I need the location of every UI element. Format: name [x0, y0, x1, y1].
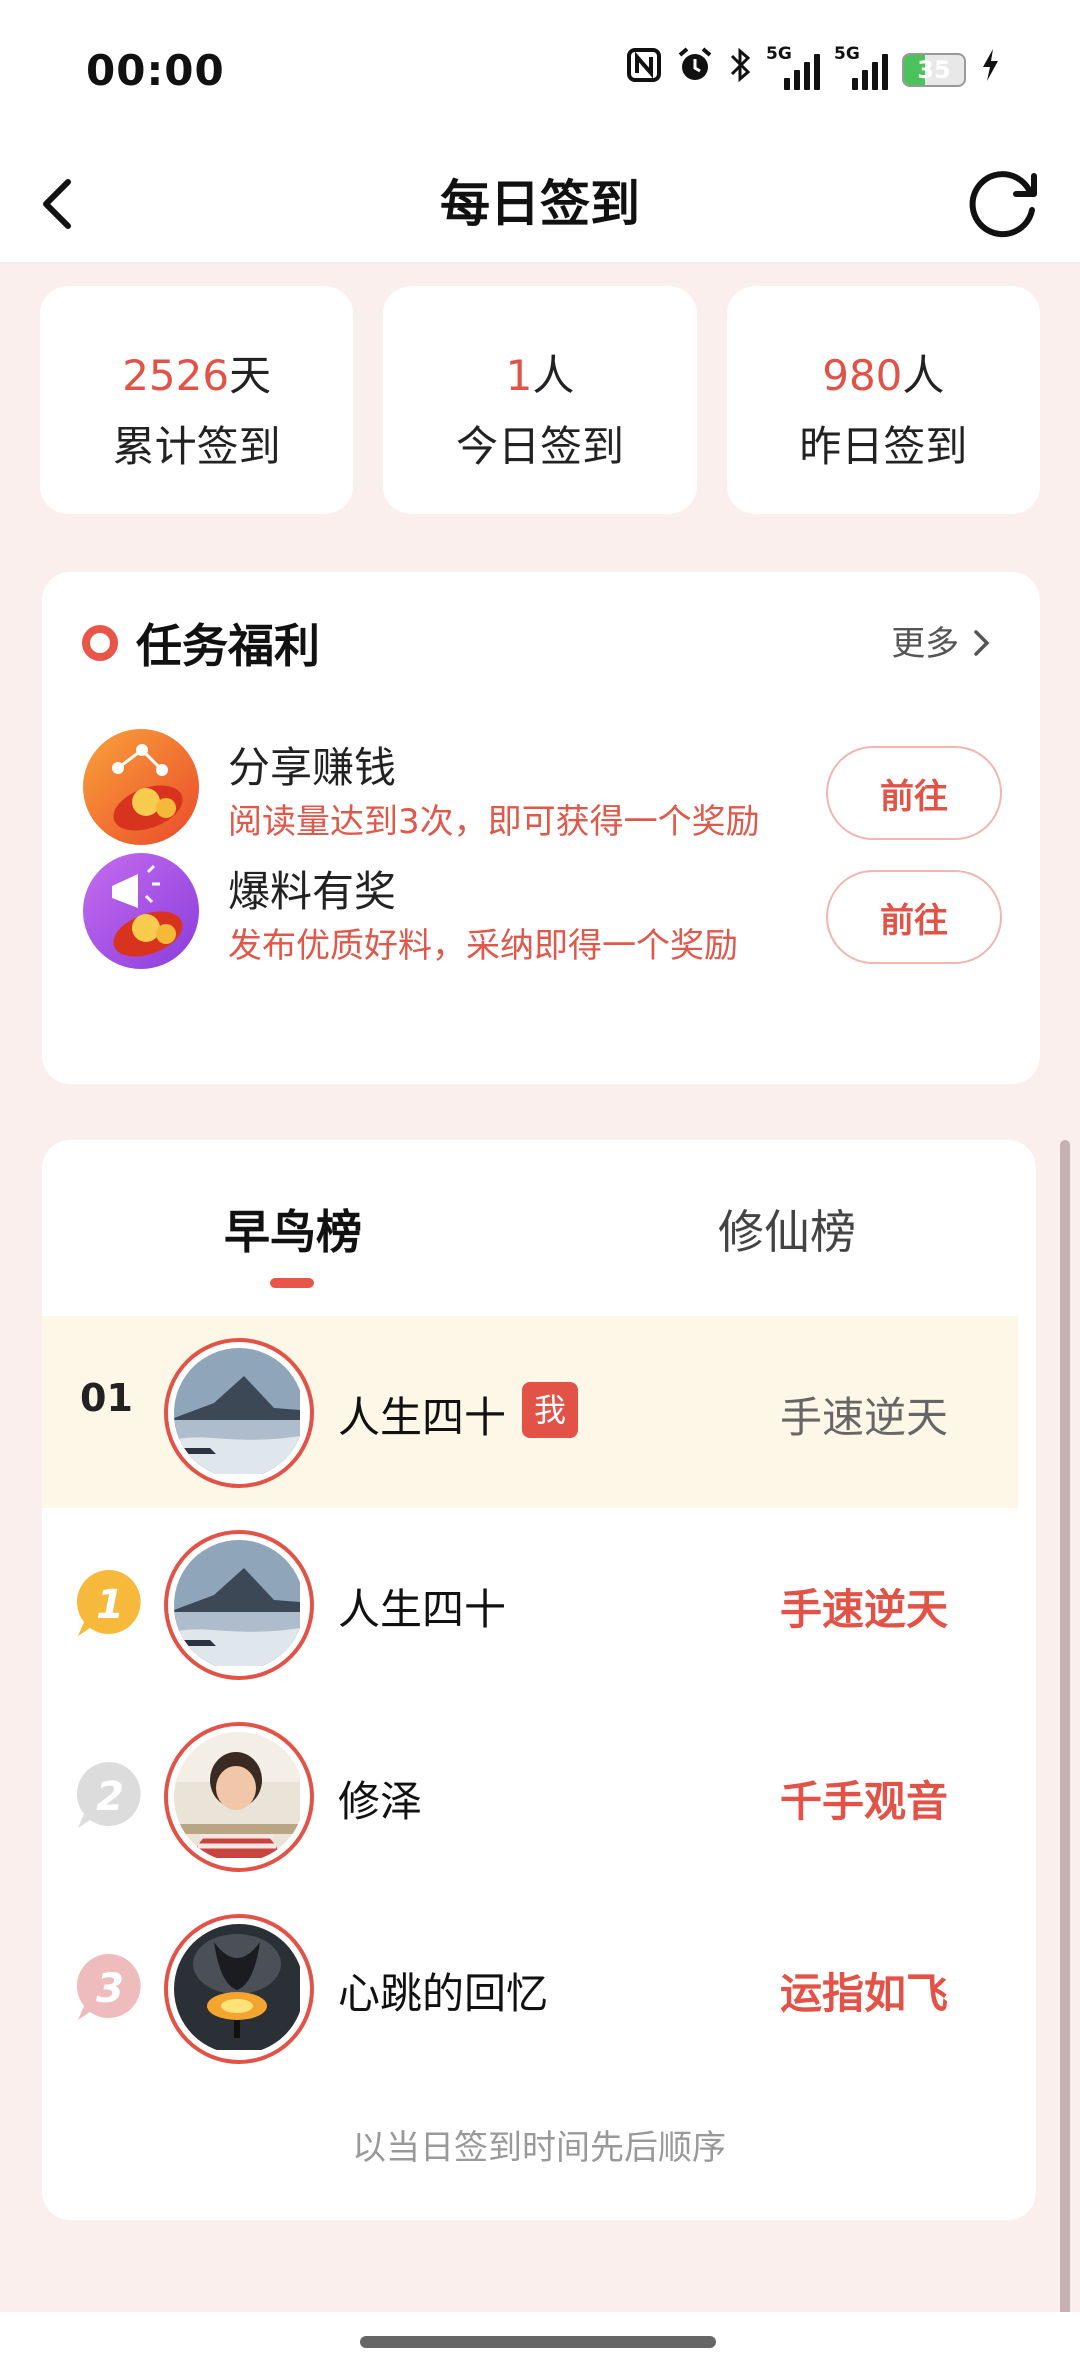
stat-unit: 人 [532, 351, 575, 400]
tab-indicator [270, 1278, 314, 1288]
task-name: 分享赚钱 [228, 743, 397, 792]
my-rank-row[interactable]: 01 人生四十 我 手速逆天 [42, 1316, 1018, 1508]
avatar[interactable] [164, 1338, 314, 1488]
task-desc: 发布优质好料，采纳即得一个奖励 [228, 926, 738, 966]
stat-label: 昨日签到 [799, 422, 968, 471]
gold-medal-icon: 1 [72, 1564, 148, 1644]
user-title: 千手观音 [779, 1777, 948, 1826]
ranking-footnote: 以当日签到时间先后顺序 [352, 2128, 726, 2168]
stat-card-today: 1人 今日签到 [383, 286, 697, 514]
table-row[interactable]: 2 修泽 千手观音 [42, 1700, 1018, 1892]
stat-unit: 天 [229, 351, 272, 400]
more-label: 更多 [891, 624, 960, 664]
refresh-icon [969, 171, 1037, 238]
megaphone-reward-icon [82, 852, 200, 970]
mountain-lake-avatar-image [174, 1540, 300, 1666]
signal-1-tag: 5G [766, 44, 792, 64]
my-position: 01 [80, 1376, 133, 1420]
alarm-icon [676, 46, 714, 95]
chevron-right-icon [974, 630, 990, 656]
status-time: 00:00 [86, 46, 225, 95]
stat-card-yesterday: 980人 昨日签到 [726, 286, 1040, 514]
signin-stats: 2526天 累计签到 1人 今日签到 980人 昨日签到 [40, 286, 1040, 514]
tab-immortal[interactable]: 修仙榜 [718, 1196, 856, 1262]
medal-number: 1 [96, 1582, 124, 1628]
scrollbar[interactable] [1060, 1140, 1070, 2320]
task-item-share: 分享赚钱 阅读量达到3次，即可获得一个奖励 前往 [82, 728, 1002, 848]
stat-number: 980 [822, 351, 903, 400]
more-link[interactable]: 更多 [891, 616, 992, 665]
silver-medal-icon: 2 [72, 1756, 148, 1836]
app-header: 每日签到 [0, 140, 1080, 264]
stat-value: 1人 [383, 342, 696, 403]
medal-number: 2 [96, 1774, 124, 1820]
task-rewards-card: 任务福利 更多 分享赚钱 阅读量达到3次，即可获得一个奖励 前往 爆料有奖 发布… [42, 572, 1040, 1084]
battery-icon: 35 [902, 53, 966, 87]
status-icons: 5G 5G 35 [626, 44, 1000, 95]
section-title: 任务福利 [136, 619, 320, 673]
page-title: 每日签到 [440, 175, 640, 233]
signal-2-icon: 5G [834, 44, 888, 90]
me-badge: 我 [522, 1382, 578, 1438]
charging-icon [980, 47, 1000, 94]
user-name: 修泽 [338, 1777, 423, 1826]
stat-value: 2526天 [40, 342, 353, 403]
user-name: 人生四十 [338, 1585, 507, 1634]
stat-value: 980人 [727, 342, 1040, 403]
avatar[interactable] [164, 1914, 314, 2064]
user-name: 人生四十 [338, 1393, 507, 1442]
stat-label: 累计签到 [112, 422, 281, 471]
signal-2-tag: 5G [834, 44, 860, 64]
refresh-button[interactable] [954, 154, 1050, 250]
go-button[interactable]: 前往 [826, 746, 1002, 840]
task-rewards-header: 任务福利 [82, 610, 320, 676]
avatar[interactable] [164, 1530, 314, 1680]
task-item-tipoff: 爆料有奖 发布优质好料，采纳即得一个奖励 前往 [82, 852, 1002, 972]
user-title: 运指如飞 [779, 1969, 948, 2018]
child-photo-avatar-image [174, 1732, 300, 1858]
section-dot-icon [82, 625, 118, 661]
battery-level: 35 [917, 56, 951, 84]
task-desc: 阅读量达到3次，即可获得一个奖励 [228, 802, 760, 842]
avatar[interactable] [164, 1722, 314, 1872]
dragon-fire-avatar-image [174, 1924, 300, 2050]
mountain-lake-avatar-image [174, 1348, 300, 1474]
task-name: 爆料有奖 [228, 867, 397, 916]
nfc-icon [626, 47, 662, 94]
home-indicator[interactable] [360, 2336, 716, 2348]
tab-early-bird[interactable]: 早鸟榜 [224, 1196, 362, 1262]
leaderboard-card: 早鸟榜 修仙榜 01 人生四十 我 手速逆天 1 人生四十 手速逆天 2 修泽 … [42, 1140, 1036, 2220]
status-bar: 00:00 5G 5G 35 [0, 0, 1080, 140]
stat-unit: 人 [902, 351, 945, 400]
bronze-medal-icon: 3 [72, 1948, 148, 2028]
signal-1-icon: 5G [766, 44, 820, 90]
bluetooth-icon [728, 46, 752, 95]
user-title: 手速逆天 [779, 1393, 948, 1442]
stat-card-total: 2526天 累计签到 [40, 286, 354, 514]
stat-label: 今日签到 [455, 422, 624, 471]
stat-number: 1 [505, 351, 533, 400]
table-row[interactable]: 1 人生四十 手速逆天 [42, 1508, 1018, 1700]
stat-number: 2526 [122, 351, 230, 400]
go-button[interactable]: 前往 [826, 870, 1002, 964]
share-earn-icon [82, 728, 200, 846]
user-name: 心跳的回忆 [338, 1969, 549, 2018]
user-title: 手速逆天 [779, 1585, 948, 1634]
table-row[interactable]: 3 心跳的回忆 运指如飞 [42, 1892, 1018, 2084]
medal-number: 3 [96, 1966, 124, 2012]
